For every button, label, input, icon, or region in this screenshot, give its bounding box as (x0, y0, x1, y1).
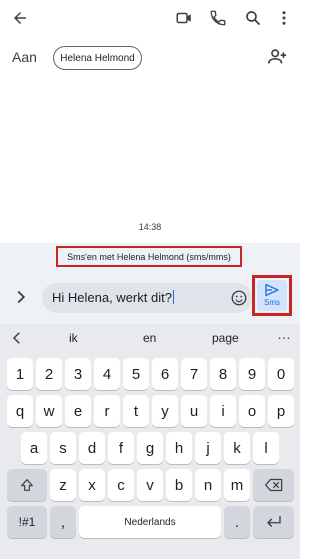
comma-key[interactable]: , (50, 506, 76, 538)
symbols-key[interactable]: !#1 (7, 506, 47, 538)
search-icon[interactable] (241, 6, 265, 30)
key-k[interactable]: k (224, 432, 250, 464)
key-p[interactable]: p (268, 395, 294, 427)
shift-icon (21, 479, 33, 491)
key-w[interactable]: w (36, 395, 62, 427)
key-s[interactable]: s (50, 432, 76, 464)
backspace-key[interactable] (253, 469, 294, 501)
more-vert-icon[interactable] (272, 6, 296, 30)
enter-key[interactable] (253, 506, 294, 538)
suggestion-3[interactable]: page (212, 331, 239, 345)
recipient-row: Aan Helena Helmond (0, 40, 300, 76)
more-suggestions-icon[interactable]: … (277, 326, 292, 342)
phone-icon[interactable] (206, 6, 230, 30)
expand-chevron-icon[interactable] (10, 286, 32, 308)
video-call-icon[interactable] (172, 6, 196, 30)
to-label: Aan (12, 49, 37, 65)
key-o[interactable]: o (239, 395, 265, 427)
message-input[interactable]: Hi Helena, werkt dit? (42, 283, 252, 313)
key-l[interactable]: l (253, 432, 279, 464)
key-f[interactable]: f (108, 432, 134, 464)
back-arrow-icon[interactable] (8, 6, 32, 30)
send-sms-button[interactable]: Sms (257, 280, 287, 311)
key-8[interactable]: 8 (210, 358, 236, 390)
message-text: Hi Helena, werkt dit? (52, 290, 174, 305)
key-i[interactable]: i (210, 395, 236, 427)
key-n[interactable]: n (195, 469, 221, 501)
add-person-icon[interactable] (266, 46, 290, 70)
recipient-chip[interactable]: Helena Helmond (53, 46, 142, 70)
key-6[interactable]: 6 (152, 358, 178, 390)
key-q[interactable]: q (7, 395, 33, 427)
compose-bar: Hi Helena, werkt dit? Sms (0, 271, 300, 324)
key-c[interactable]: c (108, 469, 134, 501)
key-e[interactable]: e (65, 395, 91, 427)
key-y[interactable]: y (152, 395, 178, 427)
key-j[interactable]: j (195, 432, 221, 464)
key-2[interactable]: 2 (36, 358, 62, 390)
key-d[interactable]: d (79, 432, 105, 464)
key-a[interactable]: a (21, 432, 47, 464)
key-1[interactable]: 1 (7, 358, 33, 390)
conversation-type-label: Sms'en met Helena Helmond (sms/mms) (56, 246, 242, 267)
key-g[interactable]: g (137, 432, 163, 464)
suggestion-strip: ik en page … (0, 324, 300, 352)
suggestion-2[interactable]: en (143, 331, 156, 345)
chevron-left-icon[interactable] (8, 329, 26, 347)
key-v[interactable]: v (137, 469, 163, 501)
backspace-icon (264, 478, 282, 492)
conversation-info-band: Sms'en met Helena Helmond (sms/mms) (0, 243, 300, 271)
period-key[interactable]: . (224, 506, 250, 538)
send-label: Sms (264, 298, 280, 307)
key-9[interactable]: 9 (239, 358, 265, 390)
key-h[interactable]: h (166, 432, 192, 464)
key-7[interactable]: 7 (181, 358, 207, 390)
emoji-icon[interactable] (230, 289, 248, 307)
enter-icon (266, 516, 281, 527)
key-b[interactable]: b (166, 469, 192, 501)
key-0[interactable]: 0 (268, 358, 294, 390)
key-t[interactable]: t (123, 395, 149, 427)
key-3[interactable]: 3 (65, 358, 91, 390)
app-bar (0, 0, 300, 36)
key-5[interactable]: 5 (123, 358, 149, 390)
send-sms-highlight: Sms (252, 275, 292, 316)
key-u[interactable]: u (181, 395, 207, 427)
send-icon (265, 284, 279, 296)
on-screen-keyboard: ik en page … 1 2 3 4 5 6 7 8 9 0 q w e r… (0, 324, 300, 559)
suggestion-1[interactable]: ik (69, 331, 78, 345)
key-x[interactable]: x (79, 469, 105, 501)
shift-key[interactable] (7, 469, 47, 501)
text-caret (172, 290, 174, 304)
space-key[interactable]: Nederlands (79, 506, 221, 538)
key-z[interactable]: z (50, 469, 76, 501)
key-4[interactable]: 4 (94, 358, 120, 390)
key-r[interactable]: r (94, 395, 120, 427)
key-m[interactable]: m (224, 469, 250, 501)
message-timestamp: 14:38 (138, 222, 162, 232)
